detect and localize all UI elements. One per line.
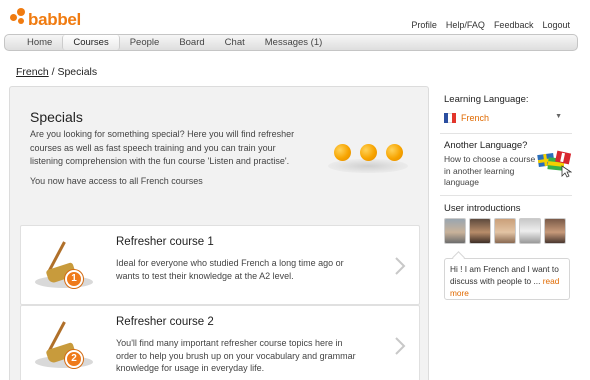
main-nav: Home Courses People Board Chat Messages … [4, 34, 578, 51]
avatar[interactable] [469, 218, 491, 244]
profile-link[interactable]: Profile [411, 20, 437, 30]
course-number-badge: 1 [65, 270, 83, 288]
tab-home[interactable]: Home [17, 35, 62, 50]
course-card-refresher-2[interactable]: 2 Refresher course 2 You'll find many im… [20, 305, 420, 380]
specials-panel: Specials Are you looking for something s… [9, 86, 429, 380]
another-language-link[interactable]: How to choose a course in another learni… [444, 154, 536, 189]
specials-description: Are you looking for something special? H… [30, 129, 295, 166]
another-language-label: Another Language? [444, 140, 528, 151]
course-title[interactable]: Refresher course 1 [116, 236, 214, 248]
broom-icon: 2 [35, 320, 93, 372]
learning-language-value: French [461, 113, 490, 123]
orange-balls-icon [328, 141, 410, 177]
avatar[interactable] [444, 218, 466, 244]
course-number-badge: 2 [65, 350, 83, 368]
brand-name: babbel [28, 10, 81, 29]
top-links: Profile Help/FAQ Feedback Logout [411, 20, 570, 30]
tab-board[interactable]: Board [169, 35, 214, 50]
avatar[interactable] [544, 218, 566, 244]
learning-language-select[interactable]: French ▼ [444, 111, 566, 125]
dropdown-arrow-icon: ▼ [555, 113, 562, 120]
breadcrumb-current: Specials [57, 66, 98, 78]
french-flag-icon [444, 113, 456, 123]
breadcrumb: French / Specials [16, 66, 97, 78]
page-title: Specials [30, 109, 83, 125]
intro-bubble: Hi ! I am French and I want to discuss w… [444, 258, 570, 300]
course-card-refresher-1[interactable]: 1 Refresher course 1 Ideal for everyone … [20, 225, 420, 305]
avatar[interactable] [494, 218, 516, 244]
course-description: Ideal for everyone who studied French a … [116, 258, 344, 281]
avatar-row [444, 218, 566, 244]
help-faq-link[interactable]: Help/FAQ [446, 20, 485, 30]
language-flags-icon[interactable] [536, 150, 572, 178]
course-title[interactable]: Refresher course 2 [116, 316, 214, 328]
user-introductions-label: User introductions [444, 203, 521, 214]
babbel-logo[interactable]: babbel [8, 4, 88, 32]
feedback-link[interactable]: Feedback [494, 20, 534, 30]
divider [440, 195, 572, 196]
chevron-right-icon[interactable] [393, 256, 407, 276]
learning-language-label: Learning Language: [444, 94, 529, 105]
breadcrumb-french-link[interactable]: French [16, 66, 49, 78]
tab-courses[interactable]: Courses [62, 35, 120, 50]
tab-people[interactable]: People [120, 35, 170, 50]
logout-link[interactable]: Logout [542, 20, 570, 30]
access-note: You now have access to all French course… [30, 176, 203, 186]
chevron-right-icon[interactable] [393, 336, 407, 356]
broom-icon: 1 [35, 240, 93, 292]
tab-chat[interactable]: Chat [215, 35, 255, 50]
avatar[interactable] [519, 218, 541, 244]
tab-messages[interactable]: Messages (1) [255, 35, 333, 50]
divider [440, 133, 572, 134]
course-description: You'll find many important refresher cou… [116, 338, 356, 373]
